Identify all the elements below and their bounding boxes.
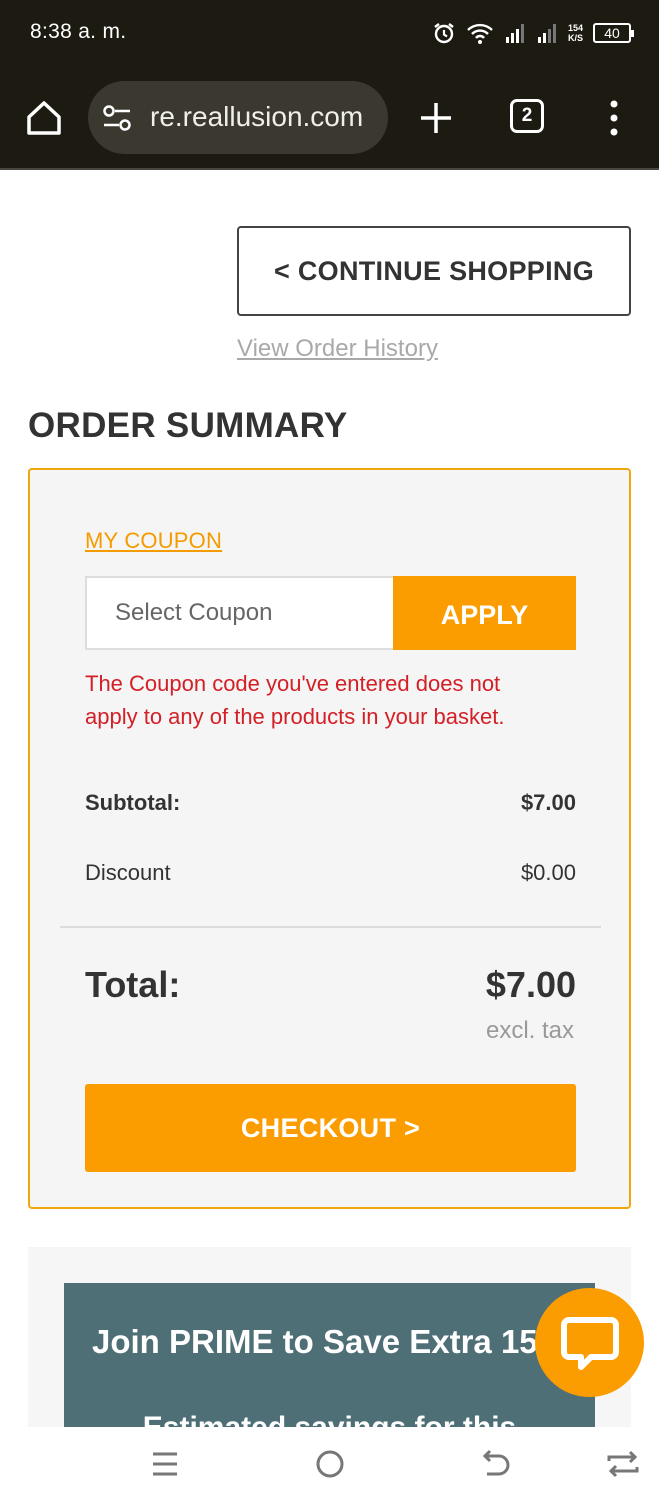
signal-icon [505,24,524,43]
chat-icon [561,1317,619,1370]
tab-count: 2 [521,105,533,126]
promo-title: Join PRIME to Save Extra 15% [91,1323,567,1360]
system-nav-bar [0,1427,659,1500]
checkout-button[interactable]: CHECKOUT > [85,1084,576,1172]
plus-icon[interactable] [416,98,456,138]
view-order-history-link[interactable]: View Order History [237,335,438,363]
total-label: Total: [85,964,181,1005]
home-icon[interactable] [24,98,64,138]
promo-subtitle: Estimated savings for this [64,1411,595,1427]
address-bar[interactable]: re.reallusion.com [88,81,388,154]
url-text[interactable]: re.reallusion.com [150,101,378,133]
apply-coupon-button[interactable]: APPLY [393,576,576,650]
chat-button[interactable] [535,1288,644,1397]
prime-promo-banner[interactable]: Join PRIME to Save Extra 15% Estimated s… [64,1283,595,1427]
order-summary-card: MY COUPON Select Coupon APPLY The Coupon… [28,468,631,1209]
tune-icon[interactable] [102,104,132,132]
recent-apps-icon[interactable] [145,1447,185,1481]
totals-divider [60,926,601,928]
network-speed-unit: K/S [567,33,583,43]
my-coupon-link[interactable]: MY COUPON [85,528,222,554]
more-vert-icon[interactable] [606,98,622,138]
status-bar: 8:38 a. m. 154 K/S 40 [0,0,659,68]
total-value: $7.00 [485,964,576,1005]
back-icon[interactable] [475,1447,515,1481]
signal-icon [537,24,556,43]
tax-note: excl. tax [485,1017,574,1044]
status-icons: 154 K/S 40 [432,18,634,48]
coupon-error-message: The Coupon code you've entered does not … [85,671,505,729]
network-speed: 154 K/S [568,23,583,43]
discount-label: Discount [85,860,171,885]
alarm-icon [434,23,454,44]
home-circle-icon[interactable] [310,1447,350,1481]
subtotal-label: Subtotal: [85,790,181,815]
wifi-icon [467,23,493,44]
battery-level: 40 [604,25,620,41]
order-summary-title: ORDER SUMMARY [28,406,348,445]
battery-icon: 40 [593,23,634,43]
subtotal-value: $7.00 [520,790,576,815]
discount-value: $0.00 [520,860,576,885]
continue-shopping-button[interactable]: < CONTINUE SHOPPING [237,226,631,316]
tabs-icon[interactable]: 2 [510,99,544,133]
coupon-select-input[interactable]: Select Coupon [85,576,393,650]
rotate-icon[interactable] [603,1447,643,1481]
network-speed-value: 154 [567,23,583,33]
status-time: 8:38 a. m. [30,20,127,43]
browser-toolbar: re.reallusion.com 2 [0,68,659,170]
